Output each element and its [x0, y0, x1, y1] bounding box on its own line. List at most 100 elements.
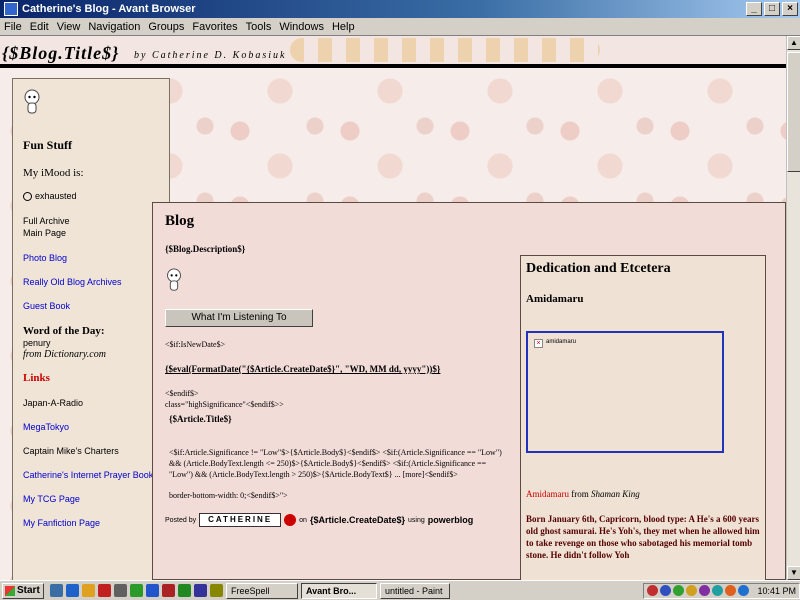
header-star-decoration	[290, 38, 600, 62]
posted-by-label: Posted by	[165, 516, 197, 524]
tray-icon[interactable]	[725, 585, 737, 596]
minimize-button[interactable]: _	[746, 2, 762, 16]
scroll-thumb[interactable]	[787, 52, 800, 172]
start-button[interactable]: Start	[2, 582, 44, 599]
desktop-icon[interactable]	[50, 584, 63, 597]
outlook-icon[interactable]	[82, 584, 95, 597]
link-fanfiction-page[interactable]: My Fanfiction Page	[23, 518, 159, 528]
link-tcg-page[interactable]: My TCG Page	[23, 494, 159, 504]
guest-book-link[interactable]: Guest Book	[23, 301, 159, 311]
menu-windows[interactable]: Windows	[279, 21, 324, 33]
menu-tools[interactable]: Tools	[246, 21, 272, 33]
ie-icon[interactable]	[66, 584, 79, 597]
menu-file[interactable]: File	[4, 21, 22, 33]
tray-icon[interactable]	[738, 585, 750, 596]
menu-favorites[interactable]: Favorites	[192, 21, 237, 33]
menu-edit[interactable]: Edit	[30, 21, 49, 33]
word-of-day-label: Word of the Day:	[23, 325, 105, 337]
link-japan-a-radio[interactable]: Japan-A-Radio	[23, 398, 159, 408]
dedication-title: Dedication and Etcetera	[526, 261, 671, 276]
vertical-scrollbar[interactable]: ▲ ▼	[786, 36, 800, 580]
quick-launch	[50, 584, 223, 597]
tray-icon[interactable]	[673, 585, 685, 596]
imood-badge[interactable]: exhausted	[23, 191, 159, 201]
template-code-body: <$if:Article.Significance != "Low"$>{$Ar…	[169, 448, 502, 479]
tray-icon[interactable]	[647, 585, 659, 596]
menu-help[interactable]: Help	[332, 21, 355, 33]
link-captain-mikes[interactable]: Captain Mike's Charters	[23, 446, 159, 456]
scroll-up-icon[interactable]: ▲	[787, 36, 800, 50]
links-heading: Links	[23, 372, 50, 384]
maximize-button[interactable]: □	[764, 2, 780, 16]
kodama-ghost-icon	[167, 268, 181, 291]
task-avant-browser[interactable]: Avant Bro...	[301, 582, 377, 599]
catherine-logo: CATHERINE	[199, 513, 282, 527]
task-freespell[interactable]: FreeSpell	[226, 582, 298, 599]
word-of-day-source: from Dictionary.com	[23, 349, 106, 360]
menu-groups[interactable]: Groups	[148, 21, 184, 33]
app-green-icon[interactable]	[130, 584, 143, 597]
app-blue-icon[interactable]	[146, 584, 159, 597]
app-navy-icon[interactable]	[194, 584, 207, 597]
taskbar-clock: 10:41 PM	[757, 585, 796, 596]
create-date-placeholder: {$Article.CreateDate$}	[309, 515, 405, 525]
dedication-source: Amidamaru from Shaman King	[526, 489, 760, 499]
blog-header: {$Blog.Title$} by Catherine D. Kobasiuk	[0, 36, 786, 68]
blog-byline: by Catherine D. Kobasiuk	[134, 50, 287, 61]
full-archive-link[interactable]: Full Archive	[23, 215, 159, 227]
photo-blog-link[interactable]: Photo Blog	[23, 253, 159, 263]
using-label: using	[408, 516, 425, 524]
amidamaru-image: × amidamaru	[526, 331, 724, 453]
blog-description: {$Blog.Description$}	[165, 244, 246, 254]
windows-logo-icon	[5, 585, 15, 596]
tray-icon[interactable]	[686, 585, 698, 596]
start-label: Start	[17, 585, 40, 596]
posted-on-label: on	[299, 516, 307, 524]
broken-image-placeholder: × amidamaru	[534, 339, 576, 348]
old-archives-link[interactable]: Really Old Blog Archives	[23, 277, 159, 287]
tray-icon[interactable]	[699, 585, 711, 596]
dedication-body: Born January 6th, Capricorn, blood type:…	[526, 514, 760, 560]
blog-title: {$Blog.Title$}	[2, 43, 120, 63]
main-page-link[interactable]: Main Page	[23, 227, 159, 239]
left-sidebar: Fun Stuff My iMood is: exhausted Full Ar…	[12, 78, 170, 580]
kodama-ghost-icon	[24, 89, 40, 114]
taskbar: Start FreeSpell Avant Bro... untitled - …	[0, 580, 800, 600]
link-prayer-book[interactable]: Catherine's Internet Prayer Book	[23, 470, 159, 480]
browser-app-icon	[4, 2, 18, 16]
dedication-subtitle: Amidamaru	[526, 293, 584, 305]
app-maroon-icon[interactable]	[162, 584, 175, 597]
broken-image-icon: ×	[534, 339, 543, 348]
app-red-icon[interactable]	[98, 584, 111, 597]
tray-icon[interactable]	[660, 585, 672, 596]
imood-value: exhausted	[35, 191, 77, 201]
menu-view[interactable]: View	[57, 21, 81, 33]
scroll-down-icon[interactable]: ▼	[787, 566, 800, 580]
character-link[interactable]: Amidamaru	[526, 489, 569, 499]
window-titlebar: Catherine's Blog - Avant Browser _ □ ×	[0, 0, 800, 18]
close-button[interactable]: ×	[782, 2, 798, 16]
menu-navigation[interactable]: Navigation	[88, 21, 140, 33]
imood-label: My iMood is:	[23, 167, 84, 179]
window-title: Catherine's Blog - Avant Browser	[22, 3, 196, 15]
system-tray: 10:41 PM	[643, 582, 800, 599]
app-olive-icon[interactable]	[210, 584, 223, 597]
task-paint[interactable]: untitled - Paint	[380, 582, 450, 599]
fun-stuff-heading: Fun Stuff	[23, 138, 73, 152]
powerblog-link[interactable]: powerblog	[428, 515, 474, 525]
link-megatokyo[interactable]: MegaTokyo	[23, 422, 159, 432]
app-gray-icon[interactable]	[114, 584, 127, 597]
from-word: from	[571, 489, 589, 499]
word-of-day-word[interactable]: penury	[23, 337, 159, 349]
menu-bar: File Edit View Navigation Groups Favorit…	[0, 18, 800, 36]
tray-icon[interactable]	[712, 585, 724, 596]
image-alt-text: amidamaru	[546, 339, 577, 345]
series-name: Shaman King	[591, 489, 640, 499]
main-title: Blog	[165, 213, 195, 229]
mood-face-icon	[23, 191, 32, 201]
page-viewport: {$Blog.Title$} by Catherine D. Kobasiuk …	[0, 36, 786, 580]
app-leaf-icon[interactable]	[178, 584, 191, 597]
listening-to-button[interactable]: What I'm Listening To	[165, 309, 313, 327]
window-controls: _ □ ×	[746, 2, 798, 16]
logo-dot-icon	[284, 514, 297, 526]
